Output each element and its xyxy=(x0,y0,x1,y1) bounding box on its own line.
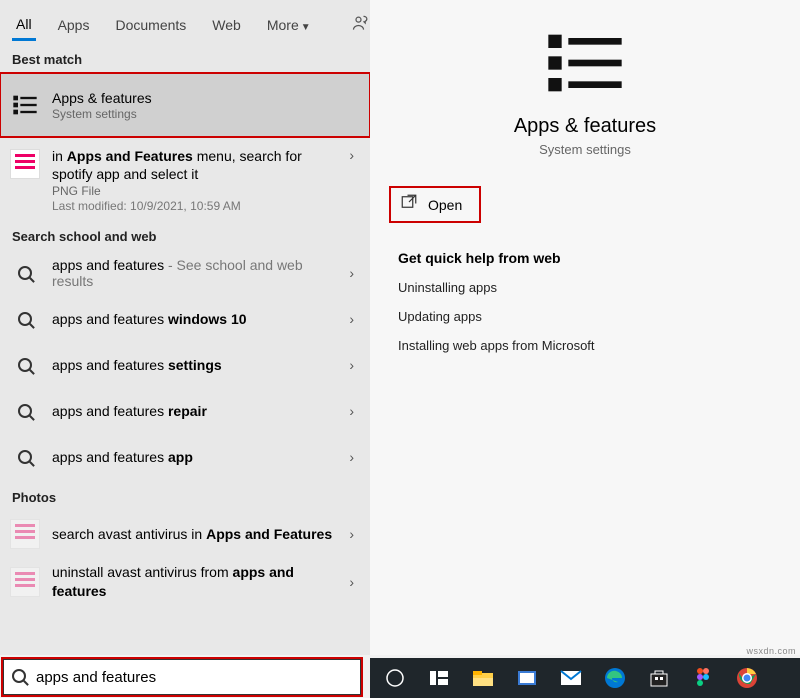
taskbar-file-explorer[interactable] xyxy=(468,663,498,693)
taskbar-chrome[interactable] xyxy=(732,663,762,693)
preview-title: Apps & features xyxy=(390,115,780,138)
photo-result-text: search avast antivirus in Apps and Featu… xyxy=(52,525,335,543)
taskbar xyxy=(370,658,800,698)
taskbar-snip[interactable] xyxy=(512,663,542,693)
chevron-right-icon[interactable]: › xyxy=(345,526,358,542)
apps-features-large-icon xyxy=(545,28,625,103)
taskbar-mail[interactable] xyxy=(556,663,586,693)
png-file-icon xyxy=(8,147,42,181)
tab-apps[interactable]: Apps xyxy=(54,11,94,39)
web-result-text: apps and features repair xyxy=(52,403,335,419)
file-result-title: in Apps and Features menu, search for sp… xyxy=(52,147,335,183)
web-result-4[interactable]: apps and features app › xyxy=(0,434,370,480)
search-input[interactable] xyxy=(34,668,360,687)
best-match-apps-features[interactable]: Apps & features System settings xyxy=(0,73,370,137)
png-file-icon xyxy=(8,565,42,599)
quick-help-item-2[interactable]: Installing web apps from Microsoft xyxy=(398,338,772,353)
open-button[interactable]: Open xyxy=(390,187,480,222)
taskbar-figma[interactable] xyxy=(688,663,718,693)
quick-help-item-0[interactable]: Uninstalling apps xyxy=(398,280,772,295)
chevron-right-icon[interactable]: › xyxy=(345,311,358,327)
web-result-0[interactable]: apps and features - See school and web r… xyxy=(0,250,370,296)
tab-documents[interactable]: Documents xyxy=(111,11,190,39)
chevron-right-icon[interactable]: › xyxy=(345,403,358,419)
search-box[interactable] xyxy=(2,658,362,696)
file-result[interactable]: in Apps and Features menu, search for sp… xyxy=(0,137,370,219)
preview-card: Apps & features System settings xyxy=(390,28,780,157)
tab-all[interactable]: All xyxy=(12,10,36,41)
best-match-subtitle: System settings xyxy=(52,107,358,121)
quick-help-item-1[interactable]: Updating apps xyxy=(398,309,772,324)
taskbar-cortana[interactable] xyxy=(380,663,410,693)
web-result-text: apps and features windows 10 xyxy=(52,311,335,327)
open-icon xyxy=(400,193,418,216)
chevron-right-icon[interactable]: › xyxy=(345,357,358,373)
feedback-person-icon[interactable] xyxy=(351,13,371,38)
list-settings-icon xyxy=(8,88,42,122)
photo-result-0[interactable]: search avast antivirus in Apps and Featu… xyxy=(0,511,370,557)
search-icon xyxy=(8,394,42,428)
web-result-3[interactable]: apps and features repair › xyxy=(0,388,370,434)
quick-help-title: Get quick help from web xyxy=(398,250,772,266)
search-icon xyxy=(8,256,42,290)
taskbar-edge[interactable] xyxy=(600,663,630,693)
web-result-text: apps and features settings xyxy=(52,357,335,373)
photo-result-text: uninstall avast antivirus from apps and … xyxy=(52,563,335,599)
web-result-2[interactable]: apps and features settings › xyxy=(0,342,370,388)
file-result-type: PNG File xyxy=(52,184,335,198)
web-result-1[interactable]: apps and features windows 10 › xyxy=(0,296,370,342)
photo-result-1[interactable]: uninstall avast antivirus from apps and … xyxy=(0,557,370,605)
open-label: Open xyxy=(428,197,462,213)
search-web-label: Search school and web xyxy=(0,219,370,250)
best-match-title: Apps & features xyxy=(52,90,358,106)
search-icon xyxy=(8,440,42,474)
tab-web[interactable]: Web xyxy=(208,11,245,39)
preview-subtitle: System settings xyxy=(390,142,780,157)
search-icon xyxy=(4,669,34,686)
chevron-right-icon[interactable]: › xyxy=(345,574,358,590)
web-result-text: apps and features app xyxy=(52,449,335,465)
taskbar-task-view[interactable] xyxy=(424,663,454,693)
watermark: wsxdn.com xyxy=(746,646,796,656)
chevron-down-icon: ▼ xyxy=(301,22,311,33)
chevron-right-icon[interactable]: › xyxy=(345,449,358,465)
search-icon xyxy=(8,302,42,336)
photos-label: Photos xyxy=(0,480,370,511)
search-tabs: All Apps Documents Web More▼ ··· xyxy=(0,0,370,42)
quick-help-section: Get quick help from web Uninstalling app… xyxy=(398,250,772,353)
best-match-label: Best match xyxy=(0,42,370,73)
tab-more[interactable]: More▼ xyxy=(263,11,315,39)
chevron-right-icon[interactable]: › xyxy=(345,265,358,281)
search-icon xyxy=(8,348,42,382)
file-result-modified: Last modified: 10/9/2021, 10:59 AM xyxy=(52,199,335,213)
web-result-text: apps and features - See school and web r… xyxy=(52,257,335,289)
chevron-right-icon[interactable]: › xyxy=(345,147,358,163)
png-file-icon xyxy=(8,517,42,551)
taskbar-store[interactable] xyxy=(644,663,674,693)
